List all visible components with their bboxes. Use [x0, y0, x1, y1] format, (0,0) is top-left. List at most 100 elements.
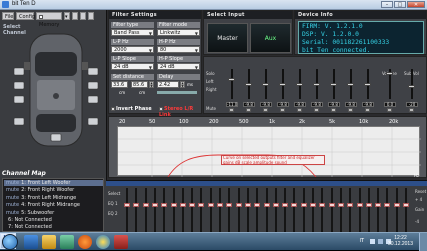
lp-slope-select[interactable]: 24 dB ▼ [111, 63, 154, 70]
speaker-front-left-tweeter[interactable] [13, 67, 25, 76]
mixer-slider-knob[interactable] [386, 71, 393, 75]
eq-band-slider[interactable] [282, 188, 289, 232]
mixer-slider-knob[interactable] [313, 82, 320, 86]
eq-band-track[interactable] [358, 188, 361, 232]
close-button[interactable]: ✕ [407, 1, 425, 8]
distance-b-input[interactable]: 85.6 [131, 81, 148, 88]
eq-band-slider[interactable] [263, 188, 270, 232]
channel-mute-toggle[interactable]: mute [6, 202, 19, 208]
eq-band-knob[interactable] [272, 203, 279, 207]
eq-band-slider[interactable] [124, 188, 130, 232]
eq-band-track[interactable] [339, 188, 342, 232]
eq-band-slider[interactable] [347, 188, 354, 232]
eq-band-track[interactable] [367, 188, 370, 232]
mixer-slider-knob[interactable] [279, 82, 286, 86]
eq-band-track[interactable] [200, 188, 203, 232]
speaker-rear-right[interactable] [87, 117, 99, 126]
invert-phase-checkbox[interactable] [111, 106, 115, 111]
eq-band-track[interactable] [209, 188, 212, 232]
speaker-rear-left[interactable] [13, 117, 25, 126]
eq-band-slider[interactable] [133, 188, 140, 232]
speaker-subwoofer[interactable] [50, 133, 62, 142]
eq-band-knob[interactable] [328, 203, 335, 207]
speaker-front-right-tweeter[interactable] [87, 67, 99, 76]
mixer-slider-knob[interactable] [245, 82, 252, 86]
eq-band-track[interactable] [246, 188, 249, 232]
eq-band-track[interactable] [191, 188, 194, 232]
eq-band-knob[interactable] [291, 203, 298, 207]
distance-stepper[interactable]: ▲ ▼ [149, 81, 154, 88]
eq-band-knob[interactable] [142, 203, 149, 207]
eq-band-knob[interactable] [393, 203, 400, 207]
hp-hz-select[interactable]: 80 ▼ [157, 46, 200, 53]
mixer-slider-knob[interactable] [262, 82, 269, 86]
memory-slot-3[interactable] [88, 12, 94, 20]
eq-band-track[interactable] [135, 188, 138, 232]
eq-band-knob[interactable] [319, 203, 326, 207]
mixer-mute-button[interactable] [229, 108, 234, 112]
channel-mute-toggle[interactable]: mute [6, 180, 19, 186]
eq-band-knob[interactable] [124, 203, 130, 207]
eq-band-track[interactable] [228, 188, 231, 232]
delay-stepper[interactable]: ▲ ▼ [180, 81, 185, 88]
channel-map-row[interactable]: mute 1: Front Left Woofer [4, 180, 103, 186]
distance-a-input[interactable]: 33.6 [111, 81, 128, 88]
mixer-mute-button[interactable] [409, 108, 414, 112]
language-indicator[interactable]: IT [359, 238, 364, 244]
maximize-button[interactable]: □ [394, 1, 406, 8]
file-menu[interactable]: File [2, 12, 14, 20]
channel-mute-toggle[interactable]: mute [6, 187, 19, 193]
eq-band-knob[interactable] [244, 203, 251, 207]
eq-band-slider[interactable] [337, 188, 344, 232]
channel-map-row[interactable]: 6: Not Connected [4, 217, 103, 223]
eq-band-slider[interactable] [179, 188, 186, 232]
eq-band-slider[interactable] [189, 188, 196, 232]
eq-band-knob[interactable] [207, 203, 214, 207]
mixer-slider-knob[interactable] [364, 82, 371, 86]
eq-band-knob[interactable] [384, 203, 391, 207]
memory-slot-1[interactable] [72, 12, 78, 20]
invert-phase-toggle[interactable]: Invert Phase [111, 106, 152, 112]
filter-mode-select[interactable]: Linkwitz ▼ [157, 29, 200, 36]
eq-band-knob[interactable] [263, 203, 270, 207]
mixer-mute-button[interactable] [297, 108, 302, 112]
eq-band-knob[interactable] [151, 203, 158, 207]
eq-band-knob[interactable] [310, 203, 316, 207]
eq-band-slider[interactable] [365, 188, 372, 232]
mixer-mute-button[interactable] [387, 108, 392, 112]
eq-band-track[interactable] [321, 188, 324, 232]
chrome-icon[interactable] [96, 235, 110, 249]
eq-band-slider[interactable] [375, 188, 382, 232]
mixer-mute-button[interactable] [246, 108, 251, 112]
media-player-icon[interactable] [60, 235, 74, 249]
eq-band-slider[interactable] [142, 188, 149, 232]
eq-band-track[interactable] [274, 188, 277, 232]
eq-band-slider[interactable] [300, 188, 307, 232]
eq-band-knob[interactable] [189, 203, 196, 207]
mixer-slider-knob[interactable] [330, 82, 337, 86]
internet-explorer-icon[interactable] [24, 235, 38, 249]
mixer-mute-button[interactable] [348, 108, 353, 112]
mixer-slider-knob[interactable] [296, 82, 303, 86]
eq-band-slider[interactable] [393, 188, 400, 232]
eq-band-track[interactable] [302, 188, 305, 232]
eq-band-knob[interactable] [282, 203, 289, 207]
eq-band-slider[interactable] [244, 188, 251, 232]
eq-band-slider[interactable] [161, 188, 168, 232]
master-input-button[interactable]: Master [207, 23, 248, 53]
channel-mute-toggle[interactable]: mute [6, 210, 19, 216]
eq-band-knob[interactable] [217, 203, 223, 207]
stereo-link-checkbox[interactable] [159, 106, 163, 111]
config-menu[interactable]: Config [16, 12, 35, 20]
eq-band-track[interactable] [349, 188, 352, 232]
eq-band-knob[interactable] [365, 203, 372, 207]
file-explorer-icon[interactable] [42, 235, 56, 249]
mixer-mute-button[interactable] [263, 108, 268, 112]
delay-input[interactable]: 2.42 [157, 81, 179, 88]
eq-band-track[interactable] [126, 188, 128, 232]
hp-slope-select[interactable]: 24 dB ▼ [157, 63, 200, 70]
eq-band-track[interactable] [144, 188, 147, 232]
eq-band-knob[interactable] [226, 203, 233, 207]
eq-band-track[interactable] [293, 188, 296, 232]
memory-dropdown-arrow-icon[interactable]: ▾ [64, 12, 70, 20]
